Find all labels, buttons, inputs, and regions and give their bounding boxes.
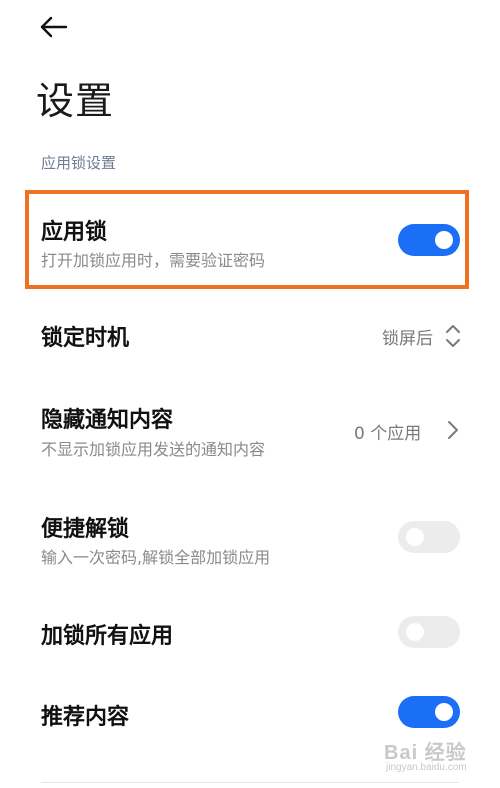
toggle-knob — [435, 703, 453, 721]
setting-row-hide-notifications[interactable]: 隐藏通知内容 不显示加锁应用发送的通知内容 0 个应用 — [0, 385, 500, 470]
chevron-right-icon — [448, 421, 458, 439]
toggle-knob — [406, 623, 424, 641]
setting-subtitle: 不显示加锁应用发送的通知内容 — [41, 440, 266, 459]
page-title: 设置 — [36, 79, 115, 123]
back-button[interactable] — [34, 10, 74, 44]
setting-title: 应用锁 — [41, 220, 108, 245]
settings-screen: 设置 应用锁设置 应用锁 打开加锁应用时，需要验证密码 锁定时机 锁屏后 隐藏通… — [0, 0, 500, 788]
setting-subtitle: 输入一次密码,解锁全部加锁应用 — [41, 548, 271, 567]
setting-row-lock-timing[interactable]: 锁定时机 锁屏后 — [0, 300, 500, 370]
setting-row-quick-unlock[interactable]: 便捷解锁 输入一次密码,解锁全部加锁应用 — [0, 495, 500, 580]
setting-subtitle: 打开加锁应用时，需要验证密码 — [41, 251, 266, 270]
hidden-apps-count: 0 个应用 — [354, 424, 422, 444]
setting-title: 便捷解锁 — [41, 517, 130, 542]
setting-title: 推荐内容 — [41, 705, 130, 730]
app-lock-toggle[interactable] — [398, 224, 460, 256]
watermark-main: Bai 经验 — [384, 742, 467, 764]
setting-row-lock-all-apps[interactable]: 加锁所有应用 — [0, 600, 500, 665]
recommended-content-toggle[interactable] — [398, 696, 460, 728]
setting-row-app-lock[interactable]: 应用锁 打开加锁应用时，需要验证密码 — [0, 190, 500, 289]
setting-title: 锁定时机 — [41, 326, 130, 351]
baidu-jingyan-watermark: Bai 经验 jingyan.baidu.com — [384, 736, 494, 780]
toggle-knob — [435, 231, 453, 249]
bottom-divider — [41, 782, 459, 783]
setting-title: 加锁所有应用 — [41, 624, 174, 649]
section-label: 应用锁设置 — [41, 154, 117, 172]
lock-all-apps-toggle[interactable] — [398, 616, 460, 648]
toggle-knob — [406, 528, 424, 546]
arrow-left-icon — [40, 16, 68, 38]
quick-unlock-toggle[interactable] — [398, 521, 460, 553]
watermark-url: jingyan.baidu.com — [386, 762, 467, 773]
setting-title: 隐藏通知内容 — [41, 408, 174, 433]
up-down-chevron-icon — [446, 325, 460, 347]
lock-timing-value[interactable]: 锁屏后 — [382, 324, 433, 349]
